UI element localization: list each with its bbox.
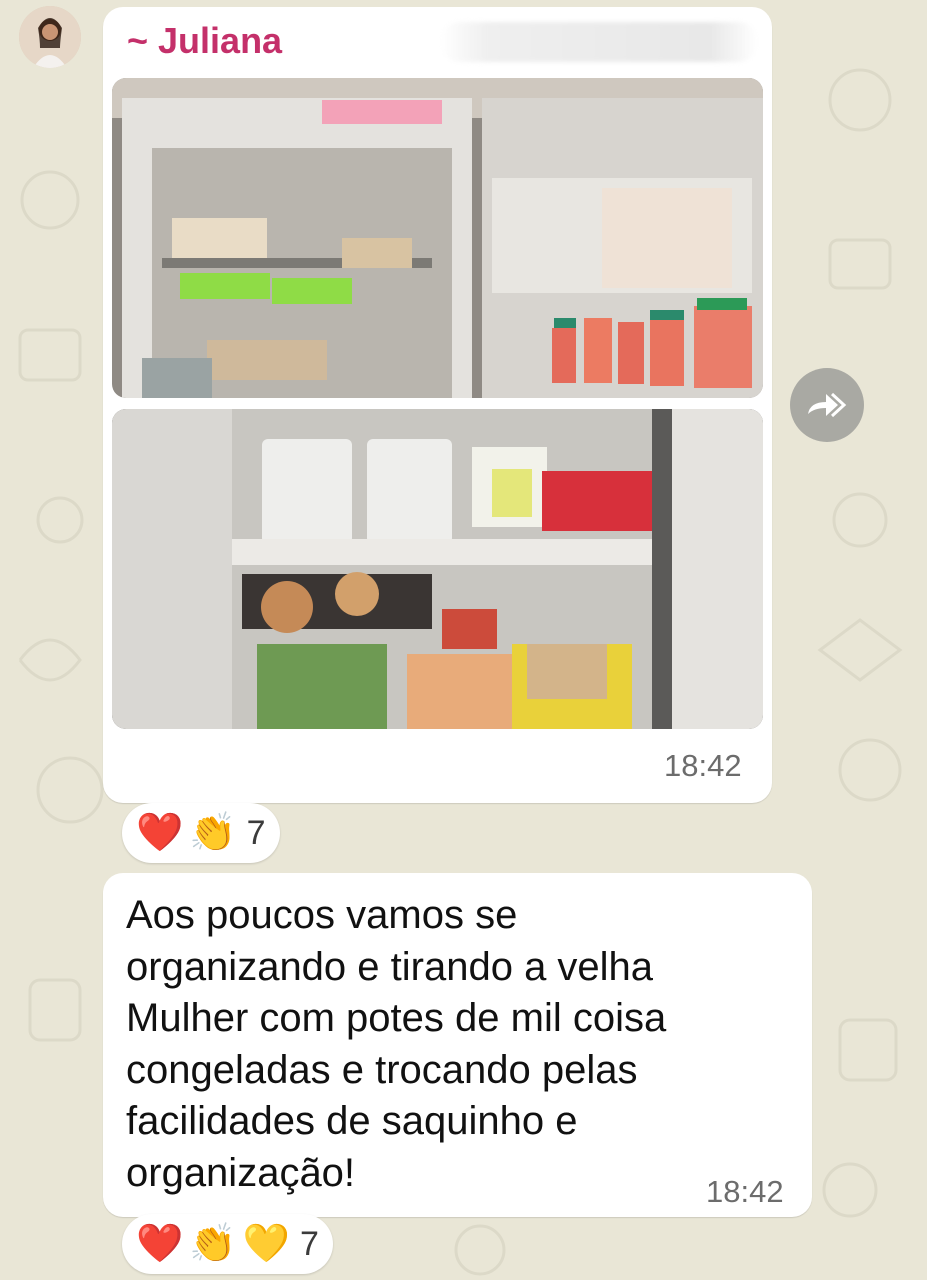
fridge-top-image (112, 78, 763, 398)
message-text: Aos poucos vamos se organizando e tirand… (126, 890, 766, 1199)
message-time: 18:42 (706, 1174, 784, 1209)
message-line: organizando e tirando a velha (126, 944, 654, 989)
message-line: Mulher com potes de mil coisa (126, 996, 667, 1040)
photo-fridge-top[interactable] (112, 78, 763, 398)
clapping-hands-emoji: 👏 (189, 812, 237, 854)
message-line: organização! (126, 1150, 356, 1195)
avatar[interactable] (19, 6, 81, 68)
avatar-picture (19, 6, 81, 68)
forward-button[interactable] (790, 368, 864, 442)
reaction-count: 7 (299, 1224, 319, 1263)
message-line: Aos poucos vamos se (126, 893, 518, 937)
reaction-count: 7 (246, 813, 266, 852)
message-line: congeladas e trocando pelas (126, 1047, 638, 1092)
heart-emoji: ❤️ (136, 812, 184, 854)
reactions-bar[interactable]: ❤️ 👏 💛 7 (122, 1214, 333, 1274)
yellow-heart-emoji: 💛 (242, 1223, 290, 1265)
clapping-hands-emoji: 👏 (189, 1223, 237, 1265)
forward-icon (808, 392, 847, 418)
message-line: facilidades de saquinho e (126, 1099, 578, 1143)
message-time: 18:42 (664, 748, 742, 783)
heart-emoji: ❤️ (136, 1223, 184, 1265)
reactions-bar[interactable]: ❤️ 👏 7 (122, 803, 280, 863)
photo-fridge-bottom[interactable] (112, 409, 763, 729)
sender-name[interactable]: ~ Juliana (127, 20, 282, 62)
blurred-phone-number (440, 22, 758, 62)
fridge-bottom-image (112, 409, 763, 729)
